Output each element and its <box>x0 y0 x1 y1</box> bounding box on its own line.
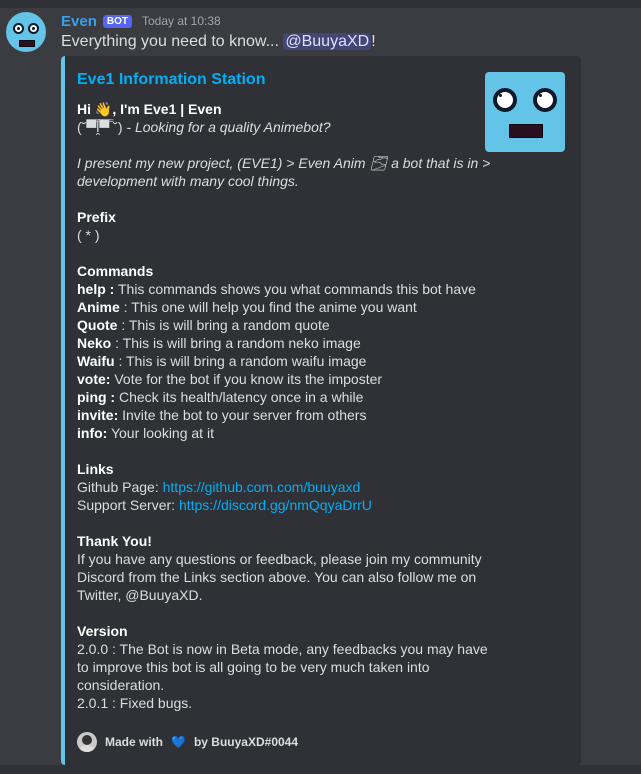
thanks-line: Twitter, @BuuyaXD. <box>77 587 203 603</box>
commands-heading: Commands <box>77 263 154 279</box>
author-name[interactable]: Even <box>61 13 97 30</box>
intro-line: development with many cool things. <box>77 173 299 189</box>
command-item: info: Your looking at it <box>77 424 477 442</box>
command-item: vote: Vote for the bot if you know its t… <box>77 370 477 388</box>
message-content: Everything you need to know... @BuuyaXD! <box>61 33 376 51</box>
thumbnail-mouth <box>509 124 543 138</box>
avatar-mouth <box>19 40 35 47</box>
embed-accent-bar <box>61 56 65 765</box>
message-timestamp[interactable]: Today at 10:38 <box>142 14 221 28</box>
command-name: ping : <box>77 389 116 405</box>
embed-footer: Made with 💙 by BuuyaXD#0044 <box>77 732 298 752</box>
github-label: Github Page: <box>77 479 163 495</box>
version-line: 2.0.1 : Fixed bugs. <box>77 695 193 711</box>
version-line: to improve this bot is all going to be v… <box>77 659 430 675</box>
embed: Eve1 Information Station Hi 👋, I'm Eve1 … <box>61 56 581 765</box>
command-item: Waifu : This is will bring a random waif… <box>77 352 477 370</box>
github-link[interactable]: https://github.com.com/buuyaxd <box>163 479 361 495</box>
bot-badge: BOT <box>102 14 132 28</box>
command-name: Neko <box>77 335 112 351</box>
thanks-line: If you have any questions or feedback, p… <box>77 551 482 567</box>
support-label: Support Server: <box>77 497 179 513</box>
thanks-heading: Thank You! <box>77 533 152 549</box>
tagline: - Looking for a quality Animebot? <box>122 119 331 135</box>
kaomoji: (˘▀̿ĺ̯▀̿ ˘) <box>77 119 123 135</box>
message-header: Even BOT Today at 10:38 <box>61 12 221 30</box>
prefix-value: ( * ) <box>77 227 100 243</box>
avatar-left-eye <box>13 23 24 34</box>
support-server-link[interactable]: https://discord.gg/nmQqyaDrrU <box>179 497 372 513</box>
heart-icon: 💙 <box>171 735 186 749</box>
command-name: info: <box>77 425 108 441</box>
command-desc: : This is will bring a random neko image <box>111 335 361 351</box>
command-desc: : This one will help you find the anime … <box>119 299 417 315</box>
command-desc: Your looking at it <box>107 425 214 441</box>
command-name: vote: <box>77 371 111 387</box>
embed-thumbnail[interactable] <box>485 72 565 152</box>
intro-line: I present my new project, (EVE1) > Even … <box>77 155 491 171</box>
greeting: Hi 👋, I'm Eve1 | Even <box>77 101 222 117</box>
top-divider <box>0 0 641 8</box>
command-item: Neko : This is will bring a random neko … <box>77 334 477 352</box>
command-name: Quote <box>77 317 118 333</box>
prefix-heading: Prefix <box>77 209 116 225</box>
command-desc: : This is will bring a random quote <box>117 317 330 333</box>
thumbnail-left-eye <box>493 88 517 112</box>
version-heading: Version <box>77 623 128 639</box>
embed-description: Hi 👋, I'm Eve1 | Even (˘▀̿ĺ̯▀̿ ˘) - Look… <box>77 100 491 712</box>
links-heading: Links <box>77 461 114 477</box>
embed-title[interactable]: Eve1 Information Station <box>77 71 265 89</box>
command-desc: : This is will bring a random waifu imag… <box>114 353 367 369</box>
message-text-end: ! <box>371 33 376 50</box>
command-item: Anime : This one will help you find the … <box>77 298 477 316</box>
footer-author-icon <box>77 732 97 752</box>
command-name: help : <box>77 281 115 297</box>
bottom-divider <box>0 765 641 774</box>
bot-avatar[interactable] <box>6 12 46 52</box>
command-desc: This commands shows you what commands th… <box>114 281 476 297</box>
thanks-line: Discord from the Links section above. Yo… <box>77 569 477 585</box>
command-name: Waifu <box>77 353 115 369</box>
command-desc: Invite the bot to your server from other… <box>118 407 367 423</box>
footer-made-with: Made with <box>105 735 164 749</box>
thumbnail-right-eye <box>533 88 557 112</box>
command-name: Anime <box>77 299 120 315</box>
footer-by: by BuuyaXD#0044 <box>193 735 299 749</box>
version-line: 2.0.0 : The Bot is now in Beta mode, any… <box>77 641 488 657</box>
command-desc: Check its health/latency once in a while <box>115 389 364 405</box>
command-item: Quote : This is will bring a random quot… <box>77 316 477 334</box>
command-item: invite: Invite the bot to your server fr… <box>77 406 477 424</box>
command-item: help : This commands shows you what comm… <box>77 280 477 298</box>
user-mention[interactable]: @BuuyaXD <box>283 33 372 50</box>
command-item: ping : Check its health/latency once in … <box>77 388 477 406</box>
version-line: consideration. <box>77 677 165 693</box>
message-text: Everything you need to know... <box>61 33 284 50</box>
avatar-right-eye <box>28 23 39 34</box>
command-name: invite: <box>77 407 119 423</box>
command-desc: Vote for the bot if you know its the imp… <box>110 371 383 387</box>
